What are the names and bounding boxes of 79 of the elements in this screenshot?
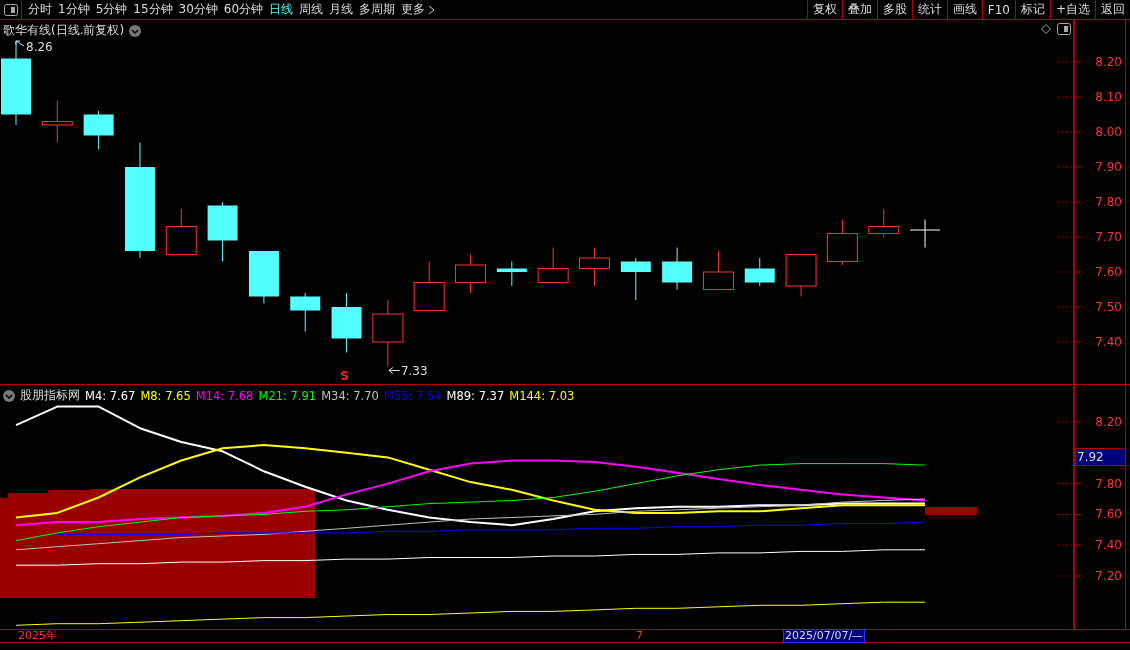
indicator-title: 股朋指标网 — [20, 387, 80, 404]
candlestick — [785, 254, 817, 297]
legend-value: M14: 7.68 — [195, 388, 254, 403]
axis-label: 7.20 — [1095, 569, 1122, 583]
toolbar-button[interactable]: 标记 — [1014, 0, 1050, 19]
toolbar-button[interactable]: F10 — [981, 0, 1015, 19]
candlestick — [496, 261, 527, 287]
candlestick — [372, 299, 404, 367]
signal-mark: S — [340, 368, 349, 383]
candlestick — [579, 247, 610, 287]
axis-label: 8.10 — [1095, 90, 1122, 104]
candlestick — [702, 250, 734, 290]
panel-toggle-icon[interactable] — [1057, 23, 1071, 35]
period-tab[interactable]: 分时 — [25, 1, 55, 18]
toolbar-button[interactable]: 叠加 — [841, 0, 877, 19]
candlestick — [41, 100, 73, 143]
period-tab[interactable]: 1分钟 — [55, 1, 93, 18]
period-tab[interactable]: 60分钟 — [220, 1, 267, 18]
panel-toggle-icon[interactable] — [3, 3, 18, 16]
toolbar-button[interactable]: 复权 — [806, 0, 842, 19]
period-tab[interactable]: 月线 — [326, 1, 357, 18]
cursor-price-label: 7.92 — [1075, 448, 1126, 466]
candlestick — [662, 247, 693, 290]
axis-label: 7.90 — [1095, 160, 1122, 174]
period-tab[interactable]: 5分钟 — [92, 1, 131, 18]
period-tab[interactable]: 周线 — [296, 1, 327, 18]
candlestick — [826, 219, 858, 266]
date-label: 7 — [636, 629, 643, 642]
candlestick — [165, 208, 197, 255]
axis-label: 8.20 — [1095, 55, 1122, 69]
legend-value: M21: 7.91 — [258, 388, 317, 403]
chart-title: 歌华有线(日线.前复权) — [3, 22, 125, 39]
date-label: 2025年 — [18, 629, 57, 642]
diamond-icon[interactable] — [1041, 24, 1051, 34]
chevron-right-icon — [428, 4, 436, 15]
toolbar-button[interactable]: 统计 — [911, 0, 947, 19]
axis-label: 7.40 — [1095, 538, 1122, 553]
candlestick — [868, 208, 900, 238]
candlestick — [620, 257, 651, 301]
legend-value: M4: 7.67 — [85, 388, 136, 403]
toolbar-button[interactable]: 画线 — [946, 0, 982, 19]
axis-label: 7.70 — [1095, 230, 1122, 244]
dropdown-icon[interactable] — [129, 24, 142, 37]
candlestick — [909, 219, 941, 248]
period-tab[interactable]: 多周期 — [356, 1, 399, 18]
candlestick — [331, 292, 362, 353]
candlestick — [207, 201, 238, 262]
legend-value: M34: 7.70 — [321, 388, 379, 403]
axis-label: 7.80 — [1095, 476, 1122, 491]
candlestick — [290, 292, 321, 332]
cursor-date-label: 2025/07/07/— — [783, 629, 866, 643]
axis-label: 7.50 — [1095, 300, 1122, 314]
candlestick — [455, 254, 486, 294]
toolbar-button[interactable]: 多股 — [876, 0, 912, 19]
candlestick — [537, 247, 569, 283]
candlestick — [744, 257, 775, 287]
candlestick — [413, 261, 445, 311]
dropdown-icon[interactable] — [3, 389, 15, 402]
period-tab[interactable]: 更多 — [398, 1, 439, 18]
axis-label: 7.60 — [1095, 507, 1122, 522]
legend-value: M89: 7.37 — [446, 388, 505, 403]
period-tab[interactable]: 日线 — [266, 1, 297, 18]
legend-value: M55: 7.54 — [383, 388, 442, 403]
legend-value: M8: 7.65 — [140, 388, 191, 403]
indicator-block — [925, 507, 977, 515]
axis-label: 7.60 — [1095, 265, 1122, 279]
low-price-callout: 7.33 — [388, 363, 428, 378]
axis-label: 8.00 — [1095, 125, 1122, 139]
axis-label: 7.80 — [1095, 195, 1122, 209]
high-price-callout: 8.26 — [15, 40, 53, 54]
axis-label: 7.40 — [1095, 335, 1122, 349]
period-tab[interactable]: 15分钟 — [130, 1, 176, 18]
toolbar-button[interactable]: +自选 — [1049, 0, 1095, 19]
legend-value: M144: 7.03 — [509, 388, 575, 403]
period-tab[interactable]: 30分钟 — [175, 1, 221, 18]
axis-label: 8.20 — [1095, 415, 1122, 429]
candlestick — [83, 110, 114, 150]
candlestick — [248, 250, 279, 304]
toolbar-button[interactable]: 返回 — [1095, 0, 1130, 19]
